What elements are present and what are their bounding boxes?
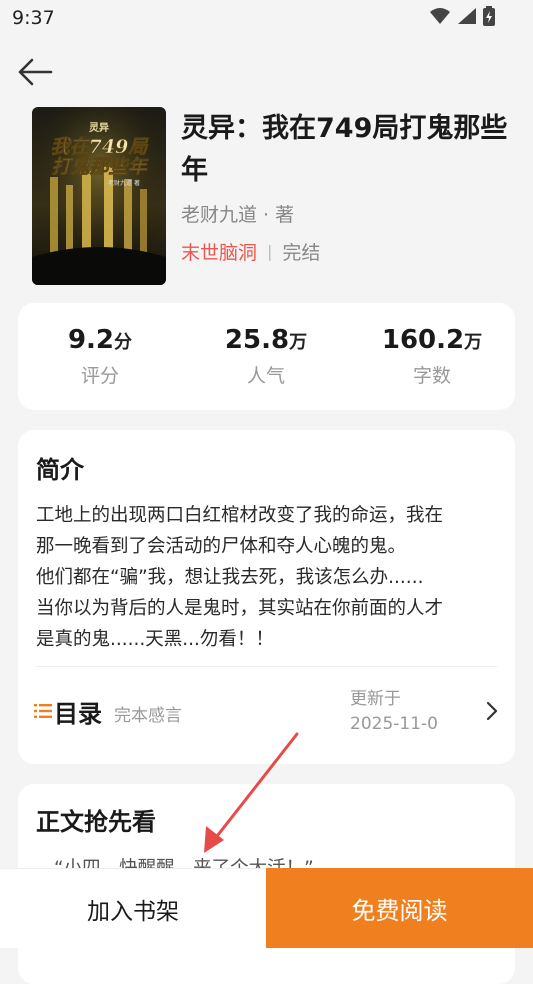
stat-unit: 万 — [464, 332, 483, 353]
book-title: 灵异：我在749局打鬼那些年 — [181, 113, 508, 186]
status-bar: 9:37 — [0, 0, 533, 36]
stat-value: 25.8 — [224, 325, 290, 355]
cover-title-line1: 我在749局 — [51, 136, 150, 158]
stat-value: 9.2 — [67, 325, 115, 355]
intro-title: 简介 — [36, 456, 84, 484]
cover-art: 灵异 我在749局 打鬼那些年 老财九道 著 — [32, 107, 166, 285]
status-icons — [429, 6, 495, 26]
stats-card: 9.2分 评分 25.8万 人气 160.2万 字数 — [18, 303, 515, 410]
tag-separator: | — [267, 242, 273, 261]
intro-text[interactable]: 工地上的出现两口白红棺材改变了我的命运，我在 那一晚看到了会活动的尸体和夺人心魄… — [36, 500, 502, 655]
stat-label: 字数 — [412, 365, 451, 387]
author-line[interactable]: 老财九道 · 著 — [181, 200, 294, 227]
divider — [36, 666, 497, 667]
battery-charging-icon — [483, 6, 495, 26]
cover-title-line2: 打鬼那些年 — [51, 156, 149, 178]
arrow-left-icon — [18, 58, 53, 86]
back-button[interactable] — [16, 52, 56, 92]
status-time: 9:37 — [12, 7, 55, 29]
stat-value: 160.2 — [381, 325, 465, 355]
status-tag: 完结 — [282, 242, 321, 264]
intro-line: 他们都在“骗”我，想让我去死，我该怎么办...... — [36, 567, 424, 588]
stat-unit: 万 — [289, 332, 308, 353]
signal-icon — [458, 8, 476, 24]
stat-label: 评分 — [80, 365, 119, 387]
intro-line: 是真的鬼......天黑...勿看！！ — [36, 629, 274, 650]
list-icon — [34, 704, 52, 718]
intro-line: 那一晚看到了会活动的尸体和夺人心魄的鬼。 — [36, 536, 407, 557]
intro-card: 简介 工地上的出现两口白红棺材改变了我的命运，我在 那一晚看到了会活动的尸体和夺… — [18, 430, 515, 764]
stat-popularity: 25.8万 人气 — [186, 325, 346, 388]
cover-author: 老财九道 著 — [108, 179, 140, 187]
stat-rating: 9.2分 评分 — [20, 325, 180, 388]
toc-update-date: 2025-11-0 — [350, 714, 438, 734]
bottom-action-bar: 加入书架 免费阅读 — [0, 868, 533, 948]
toc-row[interactable]: 目录 完本感言 更新于 2025-11-0 — [32, 682, 501, 742]
genre-tag[interactable]: 末世脑洞 — [181, 238, 257, 265]
preview-title: 正文抢先看 — [36, 808, 156, 836]
intro-line: 当你以为背后的人是鬼时，其实站在你前面的人才 — [36, 598, 444, 619]
add-to-shelf-button[interactable]: 加入书架 — [0, 868, 266, 948]
toc-update-time: 更新于 2025-11-0 — [350, 687, 438, 737]
toc-update-label: 更新于 — [350, 689, 401, 709]
toc-latest-chapter: 完本感言 — [114, 706, 182, 726]
stat-unit: 分 — [114, 332, 133, 353]
stat-word-count: 160.2万 字数 — [352, 325, 512, 388]
wifi-icon — [430, 8, 450, 24]
cover-tag: 灵异 — [89, 122, 109, 134]
book-cover[interactable]: 灵异 我在749局 打鬼那些年 老财九道 著 — [32, 107, 166, 285]
tag-line: 末世脑洞 | 完结 — [181, 238, 320, 265]
free-read-button[interactable]: 免费阅读 — [266, 868, 533, 948]
intro-line: 工地上的出现两口白红棺材改变了我的命运，我在 — [36, 505, 444, 526]
stat-label: 人气 — [246, 365, 285, 387]
chevron-right-icon — [486, 701, 498, 721]
toc-title: 目录 — [54, 700, 102, 728]
